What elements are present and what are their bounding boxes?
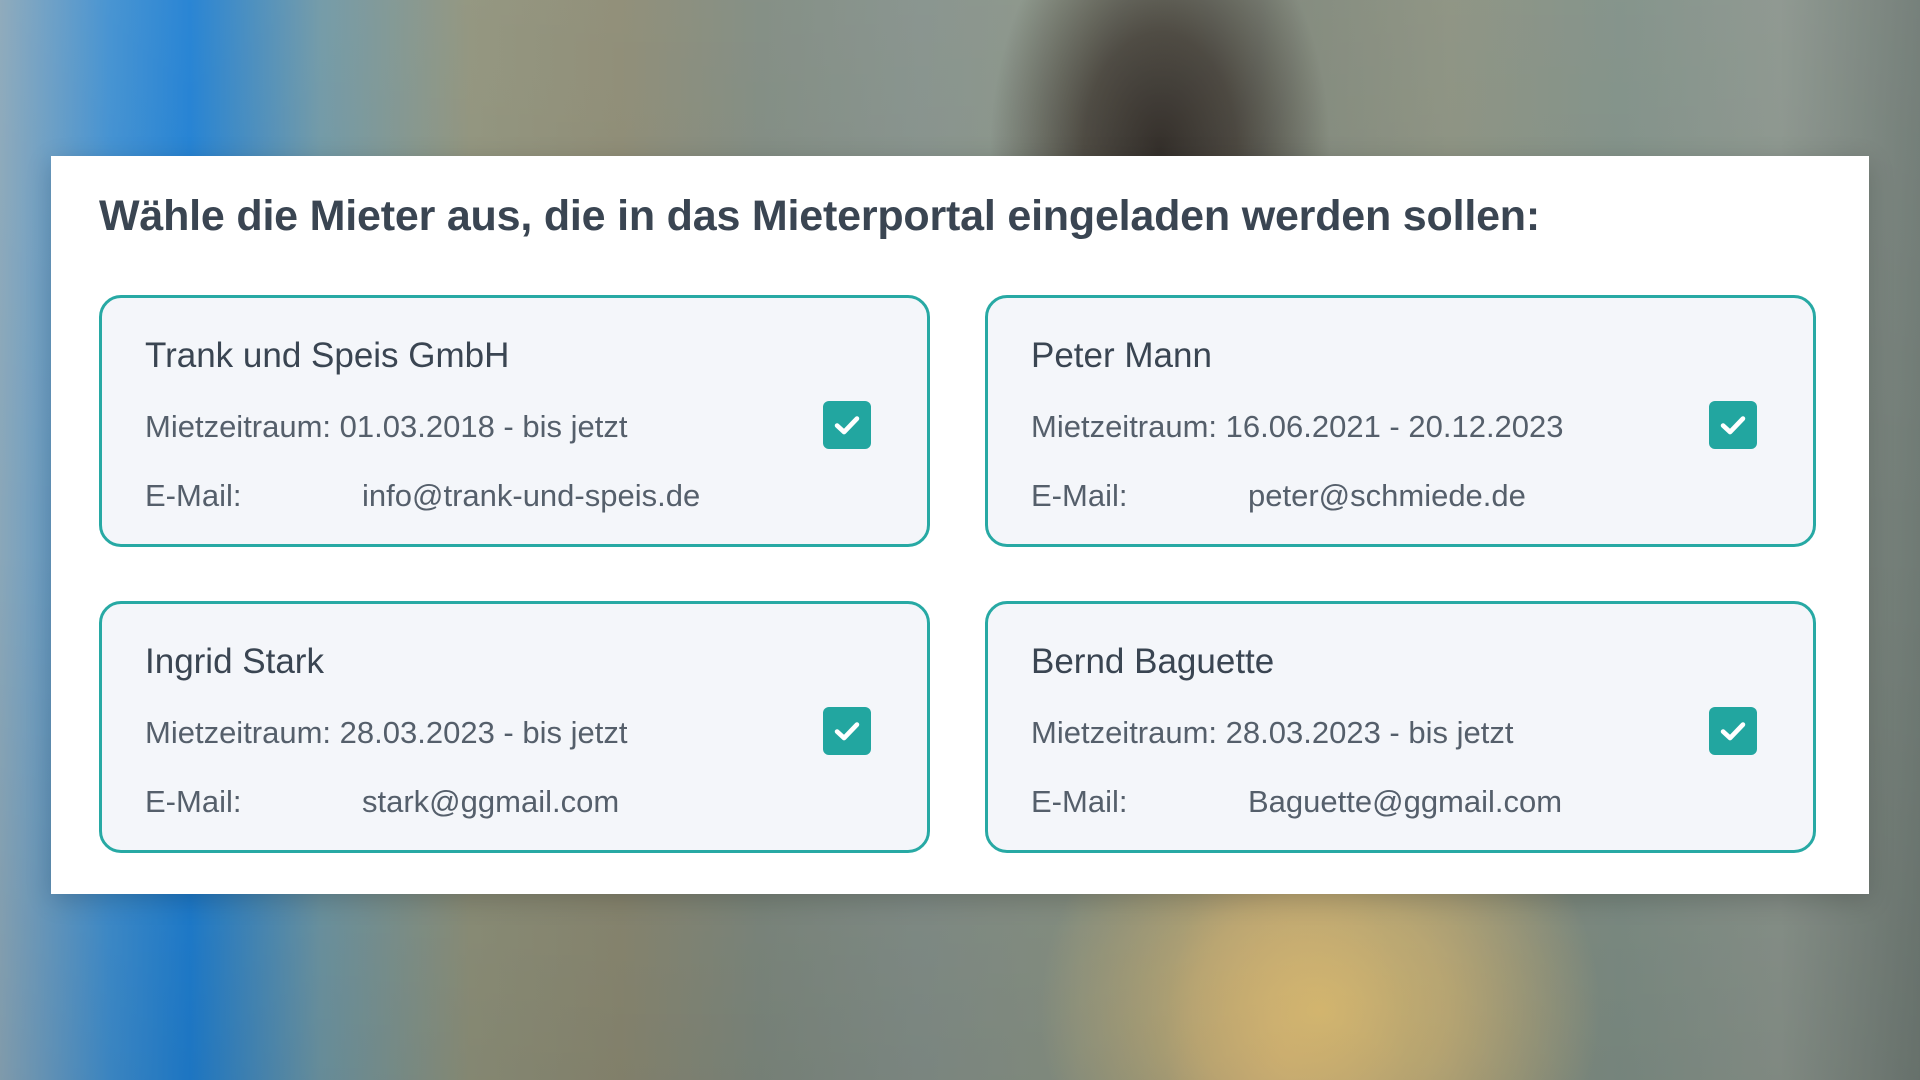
- tenant-select-checkbox[interactable]: [1709, 707, 1757, 755]
- rental-period-label: Mietzeitraum:: [145, 715, 332, 750]
- rental-period-value: 28.03.2023 - bis jetzt: [339, 715, 628, 750]
- tenant-email: E-Mail: info@trank-und-speis.de: [145, 478, 700, 514]
- tenant-select-checkbox[interactable]: [1709, 401, 1757, 449]
- rental-period-label: Mietzeitraum:: [1031, 715, 1218, 750]
- tenant-card[interactable]: Bernd Baguette Mietzeitraum: 28.03.2023 …: [985, 601, 1816, 853]
- rental-period-value: 16.06.2021 - 20.12.2023: [1225, 409, 1564, 444]
- tenant-card[interactable]: Ingrid Stark Mietzeitraum: 28.03.2023 - …: [99, 601, 930, 853]
- tenant-card[interactable]: Peter Mann Mietzeitraum: 16.06.2021 - 20…: [985, 295, 1816, 547]
- email-label: E-Mail:: [1031, 784, 1128, 819]
- tenant-card[interactable]: Trank und Speis GmbH Mietzeitraum: 01.03…: [99, 295, 930, 547]
- tenant-select-checkbox[interactable]: [823, 707, 871, 755]
- rental-period: Mietzeitraum: 01.03.2018 - bis jetzt: [145, 409, 627, 445]
- tenant-email: E-Mail: peter@schmiede.de: [1031, 478, 1526, 514]
- tenant-email: E-Mail: stark@ggmail.com: [145, 784, 619, 820]
- email-value: stark@ggmail.com: [362, 784, 620, 819]
- rental-period: Mietzeitraum: 16.06.2021 - 20.12.2023: [1031, 409, 1564, 445]
- tenant-select-checkbox[interactable]: [823, 401, 871, 449]
- checkmark-icon: [1720, 416, 1746, 435]
- panel-title: Wähle die Mieter aus, die in das Mieterp…: [99, 192, 1540, 240]
- tenant-email: E-Mail: Baguette@ggmail.com: [1031, 784, 1562, 820]
- checkmark-icon: [834, 722, 860, 741]
- rental-period: Mietzeitraum: 28.03.2023 - bis jetzt: [145, 715, 627, 751]
- tenant-name: Trank und Speis GmbH: [145, 336, 510, 375]
- rental-period-value: 28.03.2023 - bis jetzt: [1225, 715, 1514, 750]
- checkmark-icon: [834, 416, 860, 435]
- email-label: E-Mail:: [145, 784, 242, 819]
- email-value: info@trank-und-speis.de: [362, 478, 701, 513]
- tenant-name: Ingrid Stark: [145, 642, 324, 681]
- rental-period-label: Mietzeitraum:: [1031, 409, 1218, 444]
- rental-period-value: 01.03.2018 - bis jetzt: [339, 409, 628, 444]
- tenant-selection-panel: Wähle die Mieter aus, die in das Mieterp…: [51, 156, 1869, 894]
- checkmark-icon: [1720, 722, 1746, 741]
- email-value: peter@schmiede.de: [1248, 478, 1526, 513]
- tenant-name: Peter Mann: [1031, 336, 1212, 375]
- tenant-name: Bernd Baguette: [1031, 642, 1275, 681]
- email-value: Baguette@ggmail.com: [1248, 784, 1563, 819]
- email-label: E-Mail:: [1031, 478, 1128, 513]
- email-label: E-Mail:: [145, 478, 242, 513]
- rental-period-label: Mietzeitraum:: [145, 409, 332, 444]
- rental-period: Mietzeitraum: 28.03.2023 - bis jetzt: [1031, 715, 1513, 751]
